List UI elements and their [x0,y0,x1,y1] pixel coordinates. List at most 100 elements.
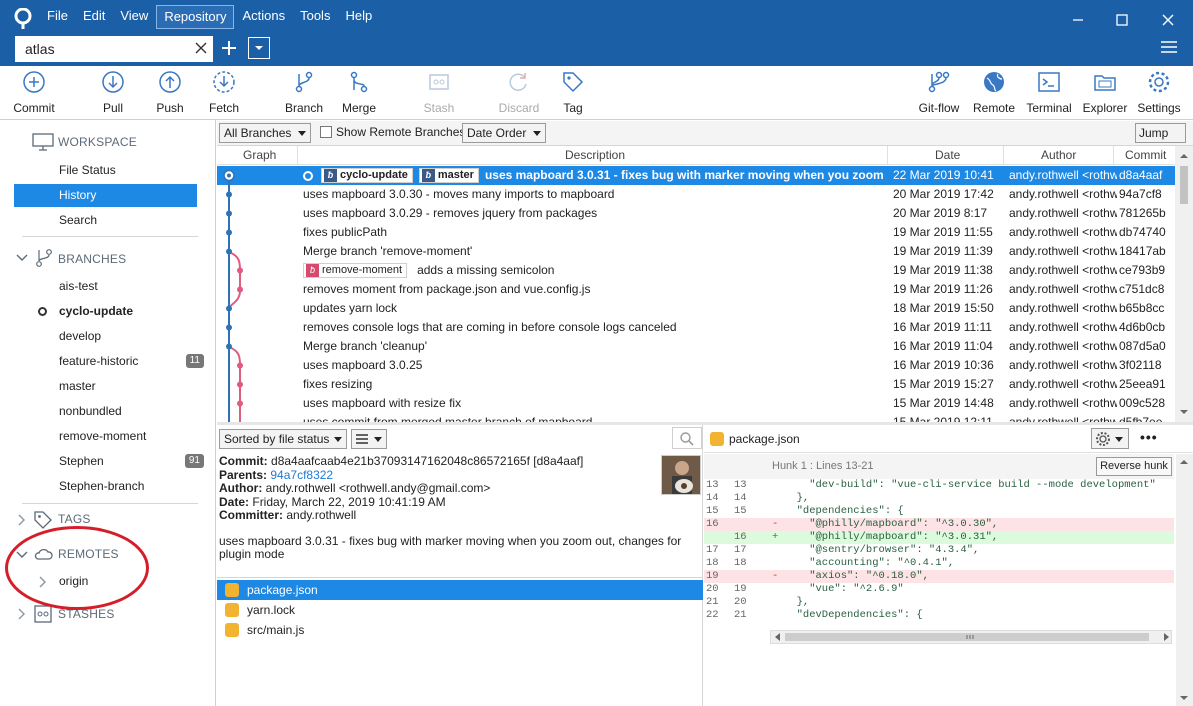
commit-row[interactable]: uses mapboard with resize fix 15 Mar 2019… [217,394,1175,413]
commit-row[interactable]: Merge branch 'cleanup' 16 Mar 2019 11:04 a… [217,337,1175,356]
commit-hash: 18417ab [1119,244,1166,258]
order-dropdown[interactable]: Date Order [462,123,546,143]
commit-row[interactable]: removes console logs that are coming in … [217,318,1175,337]
commit-description: uses mapboard 3.0.30 - moves many import… [303,187,615,201]
commit-author: andy.rothwell <rothwell.andy@gmail.com> [1009,415,1117,422]
branch-stephen[interactable]: Stephen 91 [14,450,204,473]
merge-button[interactable]: Merge [335,66,383,120]
col-commit[interactable]: Commit [1125,148,1166,162]
git-flow-button[interactable]: Git-flow [914,66,964,120]
close-tab-icon[interactable] [193,40,209,56]
branch-feature-historic[interactable]: feature-historic 11 [14,350,204,373]
commit-date: 18 Mar 2019 15:50 [893,301,994,315]
fetch-button[interactable]: Fetch [201,66,247,120]
commit-list: ƀ cyclo-update ƀ master uses mapboard 3.0.31… [217,166,1175,422]
commit-date: 15 Mar 2019 14:48 [893,396,994,410]
file-item[interactable]: package.json [217,580,703,600]
diff-file-name: package.json [729,432,800,446]
branch-develop[interactable]: develop [14,325,197,348]
diff-options-button[interactable] [1091,428,1129,449]
commit-row[interactable]: fixes publicPath 19 Mar 2019 11:55 andy.ro… [217,223,1175,242]
col-graph[interactable]: Graph [243,148,276,162]
branch-stephen-branch[interactable]: Stephen-branch [14,475,197,498]
commit-row[interactable]: ƀ remove-moment adds a missing semicolon 1… [217,261,1175,280]
sort-files-dropdown[interactable]: Sorted by file status [219,429,347,449]
menu-file[interactable]: File [40,5,75,29]
commit-hash: 3f02118 [1119,358,1162,372]
sidebar-item-search[interactable]: Search [14,209,197,232]
branch-button[interactable]: Branch [280,66,328,120]
branch-icon: ƀ [421,169,435,183]
jump-to-button[interactable]: Jump to: [1135,123,1186,158]
branches-header[interactable]: BRANCHES [58,252,126,266]
merge-icon [335,66,383,98]
view-mode-dropdown[interactable] [351,429,387,449]
commit-row[interactable]: removes moment from package.json and vue… [217,280,1175,299]
commit-row[interactable]: fixes resizing 15 Mar 2019 15:27 andy.roth… [217,375,1175,394]
branch-nonbundled[interactable]: nonbundled [14,400,197,423]
stash-button[interactable]: Stash [416,66,462,120]
more-options-icon[interactable]: ••• [1140,429,1158,445]
new-tab-icon[interactable] [219,38,239,58]
workspace-header[interactable]: WORKSPACE [58,135,137,149]
maximize-icon[interactable] [1112,10,1132,30]
chevron-down-icon[interactable] [16,253,28,263]
commit-row[interactable]: uses mapboard 3.0.29 - removes jquery fr… [217,204,1175,223]
commit-list-scrollbar[interactable] [1175,146,1193,422]
sidebar-item-history[interactable]: History [14,184,197,207]
hamburger-menu-icon[interactable] [1160,40,1178,54]
head-marker-icon [303,170,313,181]
chevron-right-icon[interactable] [17,608,27,620]
discard-button[interactable]: Discard [494,66,544,120]
commit-button[interactable]: Commit [8,66,60,120]
branches-filter-dropdown[interactable]: All Branches [219,123,311,143]
commit-row[interactable]: uses mapboard 3.0.30 - moves many import… [217,185,1175,204]
col-author[interactable]: Author [1041,148,1076,162]
tab-atlas[interactable]: atlas [15,36,213,62]
branch-master[interactable]: master [14,375,197,398]
gear-icon [1096,432,1110,446]
file-name: yarn.lock [247,603,296,617]
tab-dropdown-icon[interactable] [248,37,270,59]
chevron-right-icon[interactable] [17,514,27,526]
menu-view[interactable]: View [113,5,155,29]
tags-header[interactable]: TAGS [58,512,91,526]
menu-repository[interactable]: Repository [156,5,235,29]
file-item[interactable]: yarn.lock [217,600,703,620]
push-button[interactable]: Push [147,66,193,120]
col-date[interactable]: Date [935,148,960,162]
col-description[interactable]: Description [565,148,625,162]
commit-row[interactable]: uses commit from merged master branch of… [217,413,1175,422]
reverse-hunk-button[interactable]: Reverse hunk [1096,457,1172,476]
parent-link[interactable]: 94a7cf8322 [270,468,333,482]
terminal-button[interactable]: Terminal [1022,66,1076,120]
search-button[interactable] [672,427,702,449]
diff-vertical-scrollbar[interactable] [1176,454,1193,706]
menu-edit[interactable]: Edit [76,5,112,29]
explorer-button[interactable]: Explorer [1080,66,1130,120]
file-item[interactable]: src/main.js [217,620,703,640]
close-window-icon[interactable] [1158,10,1178,30]
commit-row[interactable]: updates yarn lock 18 Mar 2019 15:50 andy.r… [217,299,1175,318]
branch-ais-test[interactable]: ais-test [14,275,197,298]
menu-tools[interactable]: Tools [293,5,337,29]
commit-row[interactable]: Merge branch 'remove-moment' 19 Mar 2019 … [217,242,1175,261]
show-remote-branches-checkbox[interactable] [320,126,332,138]
menu-actions[interactable]: Actions [235,5,292,29]
commit-message: uses mapboard 3.0.31 - fixes bug with ma… [219,533,682,561]
search-icon [680,432,694,446]
pull-button[interactable]: Pull [90,66,136,120]
branch-cyclo-update[interactable]: cyclo-update [14,300,197,323]
diff-horizontal-scrollbar[interactable] [770,630,1172,644]
settings-button[interactable]: Settings [1134,66,1184,120]
commit-row[interactable]: uses mapboard 3.0.25 16 Mar 2019 10:36 and… [217,356,1175,375]
commit-hash: 087d5a0 [1119,339,1166,353]
menu-help[interactable]: Help [338,5,379,29]
tag-button[interactable]: Tag [551,66,595,120]
branch-remove-moment[interactable]: remove-moment [14,425,197,448]
sidebar-item-file-status[interactable]: File Status [14,159,197,182]
commit-row[interactable]: ƀ cyclo-update ƀ master uses mapboard 3.0.31… [217,166,1175,185]
folder-icon [1080,66,1130,98]
minimize-icon[interactable] [1068,10,1088,30]
remote-button[interactable]: Remote [970,66,1018,120]
